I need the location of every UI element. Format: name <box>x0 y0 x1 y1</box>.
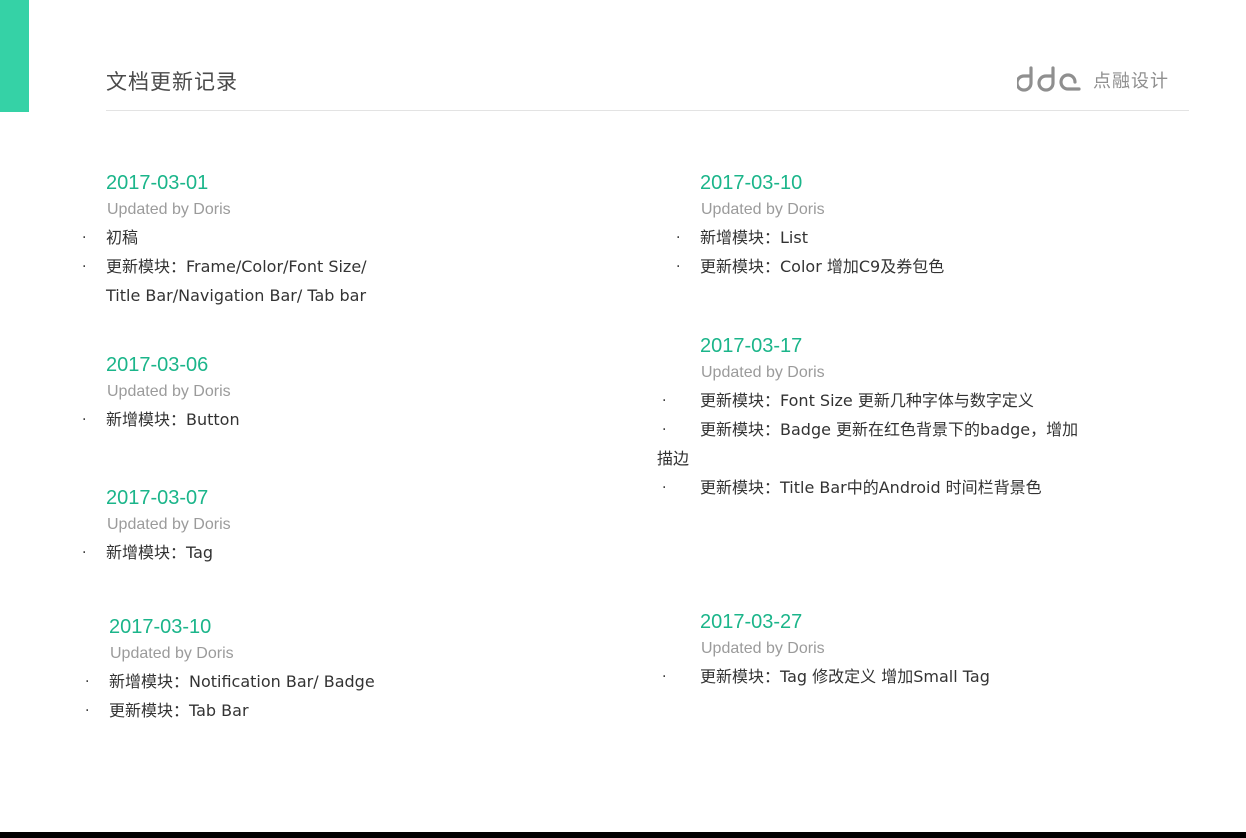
bullet: · <box>82 230 87 246</box>
bullet: · <box>662 480 667 496</box>
entry-date: 2017-03-27 <box>700 611 803 633</box>
entry-item: 更新模块：Tag 修改定义 增加Small Tag <box>700 667 990 686</box>
entry-date: 2017-03-01 <box>106 172 209 194</box>
entry-author: Updated by Doris <box>107 516 231 533</box>
header-divider <box>106 110 1189 111</box>
bullet: · <box>676 259 681 275</box>
accent-bar <box>0 0 29 112</box>
entry-date: 2017-03-17 <box>700 335 803 357</box>
bullet: · <box>676 230 681 246</box>
entry-item: 更新模块：Badge 更新在红色背景下的badge，增加 <box>700 420 1079 439</box>
bullet: · <box>82 545 87 561</box>
ddc-logo-mark <box>1017 66 1081 92</box>
entry-item-continuation: Title Bar/Navigation Bar/ Tab bar <box>106 286 367 305</box>
entry-author: Updated by Doris <box>701 364 825 381</box>
bullet: · <box>85 703 90 719</box>
bullet: · <box>82 259 87 275</box>
bottom-bar <box>0 832 1246 838</box>
entry-date: 2017-03-06 <box>106 354 209 376</box>
entry-item-continuation: 描边 <box>657 449 690 468</box>
entry-date: 2017-03-10 <box>700 172 803 194</box>
entry-item: 初稿 <box>106 228 139 247</box>
entry-item: 更新模块：Tab Bar <box>109 701 249 720</box>
entry-author: Updated by Doris <box>110 645 234 662</box>
bullet: · <box>662 669 667 685</box>
entry-date: 2017-03-07 <box>106 487 209 509</box>
bullet: · <box>85 674 90 690</box>
entry-item: 新增模块：Tag <box>106 543 214 562</box>
entry-item: 新增模块：List <box>700 228 808 247</box>
entry-author: Updated by Doris <box>107 383 231 400</box>
entry-item: 新增模块：Notification Bar/ Badge <box>109 672 375 691</box>
entry-item: 更新模块：Frame/Color/Font Size/ <box>106 257 367 276</box>
entry-author: Updated by Doris <box>701 201 825 218</box>
entry-date: 2017-03-10 <box>109 616 212 638</box>
entry-item: 新增模块：Button <box>106 410 240 429</box>
brand-logo: 点融设计 <box>1017 66 1169 92</box>
entry-item: 更新模块：Color 增加C9及券包色 <box>700 257 945 276</box>
page-title: 文档更新记录 <box>106 70 238 94</box>
entry-item: 更新模块：Font Size 更新几种字体与数字定义 <box>700 391 1034 410</box>
brand-name: 点融设计 <box>1093 71 1169 92</box>
entry-author: Updated by Doris <box>107 201 231 218</box>
bullet: · <box>662 393 667 409</box>
entry-item: 更新模块：Title Bar中的Android 时间栏背景色 <box>700 478 1042 497</box>
bullet: · <box>82 412 87 428</box>
entry-author: Updated by Doris <box>701 640 825 657</box>
bullet: · <box>662 422 667 438</box>
